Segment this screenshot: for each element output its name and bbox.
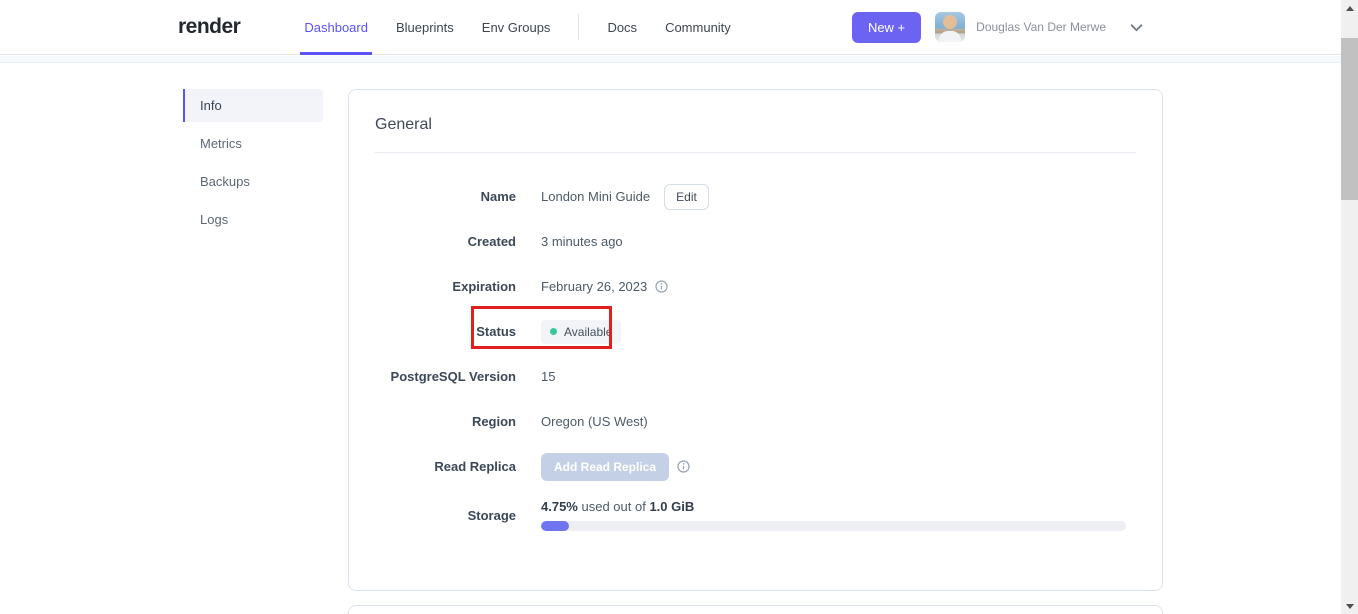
name-value: London Mini Guide [541, 189, 651, 204]
storage-progress-track [541, 521, 1126, 531]
storage-value-group: 4.75% used out of 1.0 GiB [541, 499, 1126, 531]
row-status: Status Available [349, 309, 1162, 354]
scroll-up-arrow-icon[interactable] [1341, 0, 1358, 16]
header-right-group: New + Douglas Van Der Merwe [851, 11, 1143, 43]
created-value: 3 minutes ago [541, 234, 623, 249]
read-replica-info-icon[interactable] [677, 460, 690, 473]
edit-name-button[interactable]: Edit [664, 183, 709, 210]
avatar[interactable] [935, 12, 966, 42]
row-name: Name London Mini Guide Edit [349, 174, 1162, 219]
user-name[interactable]: Douglas Van Der Merwe [976, 20, 1106, 34]
status-value-group: Available [541, 319, 622, 344]
chevron-down-icon[interactable] [1130, 23, 1143, 32]
storage-usage-text: 4.75% used out of 1.0 GiB [541, 499, 1126, 514]
read-replica-value-group: Add Read Replica [541, 452, 690, 481]
nav-divider [578, 14, 580, 40]
expiration-value: February 26, 2023 [541, 279, 648, 294]
status-label: Status [476, 324, 516, 339]
expiration-label: Expiration [452, 279, 516, 294]
storage-progress-fill [541, 521, 569, 531]
storage-middle-text: used out of [577, 499, 650, 514]
panel-title: General [375, 116, 432, 133]
postgresql-version-value: 15 [541, 369, 556, 384]
general-panel: General Name London Mini Guide Edit Crea… [348, 89, 1163, 591]
postgresql-version-label: PostgreSQL Version [390, 369, 516, 384]
sidebar-item-logs[interactable]: Logs [183, 203, 323, 236]
row-postgresql-version: PostgreSQL Version 15 [349, 354, 1162, 399]
created-label: Created [467, 234, 516, 249]
storage-used-pct: 4.75% [541, 499, 578, 514]
nav-item-community[interactable]: Community [651, 0, 745, 54]
region-label: Region [471, 414, 516, 429]
next-panel-top-edge [348, 605, 1163, 614]
new-button[interactable]: New + [851, 11, 922, 43]
add-read-replica-button[interactable]: Add Read Replica [541, 452, 670, 481]
storage-label: Storage [467, 507, 516, 523]
name-label: Name [480, 189, 516, 204]
row-storage: Storage 4.75% used out of 1.0 GiB [349, 499, 1162, 531]
page-scrollbar[interactable] [1341, 0, 1358, 614]
status-badge: Available [541, 319, 622, 344]
nav-item-dashboard[interactable]: Dashboard [290, 0, 382, 55]
sidebar-item-info[interactable]: Info [183, 89, 323, 122]
info-rows: Name London Mini Guide Edit Created 3 mi… [349, 153, 1162, 531]
scroll-down-arrow-icon[interactable] [1341, 598, 1358, 614]
main-nav: Dashboard Blueprints Env Groups Docs Com… [290, 0, 745, 55]
sidebar: Info Metrics Backups Logs [183, 89, 323, 241]
region-value: Oregon (US West) [541, 414, 648, 429]
status-badge-label: Available [564, 324, 613, 339]
row-created: Created 3 minutes ago [349, 219, 1162, 264]
nav-item-env-groups[interactable]: Env Groups [468, 0, 565, 54]
row-read-replica: Read Replica Add Read Replica [349, 444, 1162, 489]
subheader-strip [0, 56, 1341, 63]
status-dot-icon [550, 328, 557, 335]
storage-total: 1.0 GiB [649, 499, 695, 514]
expiration-value-group: February 26, 2023 [541, 279, 668, 294]
sidebar-item-backups[interactable]: Backups [183, 165, 323, 198]
scrollbar-thumb[interactable] [1341, 38, 1358, 200]
read-replica-label: Read Replica [434, 459, 516, 474]
nav-item-docs[interactable]: Docs [593, 0, 651, 54]
expiration-info-icon[interactable] [655, 280, 668, 293]
sidebar-item-metrics[interactable]: Metrics [183, 127, 323, 160]
name-value-group: London Mini Guide Edit [541, 183, 709, 210]
render-logo[interactable]: render [178, 15, 241, 39]
row-expiration: Expiration February 26, 2023 [349, 264, 1162, 309]
nav-item-blueprints[interactable]: Blueprints [382, 0, 468, 54]
row-region: Region Oregon (US West) [349, 399, 1162, 444]
top-nav-bar: render Dashboard Blueprints Env Groups D… [0, 0, 1341, 55]
